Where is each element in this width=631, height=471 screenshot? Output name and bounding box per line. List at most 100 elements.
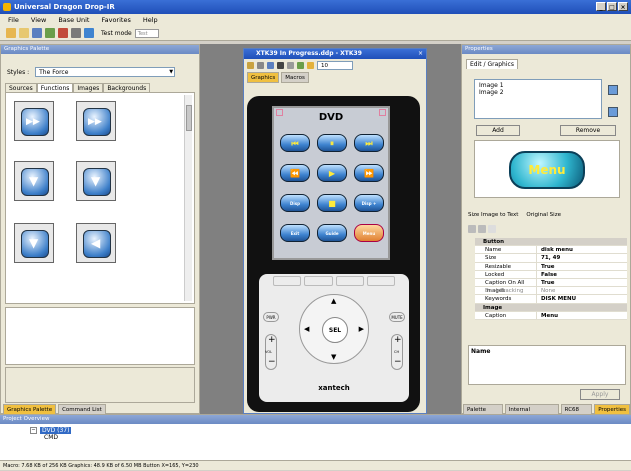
soft-key[interactable] [335,276,364,286]
menu-help[interactable]: Help [143,14,158,26]
vol-up-icon[interactable]: + [268,335,276,345]
add-button[interactable]: Add [476,125,520,136]
dpad[interactable]: ▲ ▼ ◀ ▶ SEL [299,294,369,364]
new-icon[interactable] [6,28,16,38]
chevron-down-icon[interactable]: ▼ [169,68,173,77]
soft-key[interactable] [273,276,302,286]
toolbar: Test mode Test [0,26,631,41]
menu-button[interactable]: Menu [354,224,384,242]
volume-rocker[interactable]: + VOL − [265,334,277,370]
original-size-link[interactable]: Original Size [526,212,561,218]
property-row[interactable]: Caption On All Images True [475,278,627,294]
lock-icon[interactable] [257,62,264,69]
palette-tile[interactable]: ▶▶ [76,101,116,141]
move-up-icon[interactable] [608,85,618,95]
tab-edit-graphics[interactable]: Edit / Graphics [466,59,518,69]
palette-tile[interactable]: ▼ [14,161,54,201]
palette-tile[interactable]: ▼ [76,161,116,201]
light-icon[interactable] [307,62,314,69]
save-icon[interactable] [32,28,42,38]
play-button[interactable]: ▶ [317,164,347,182]
image-list-item[interactable]: Image 2 [479,89,597,96]
right-arrow-icon[interactable]: ▶ [359,325,364,333]
down-arrow-icon[interactable]: ▼ [331,353,336,361]
menu-base-unit[interactable]: Base Unit [58,14,89,26]
palette-tile[interactable]: ◀ [76,223,116,263]
palette-tile[interactable]: ▶▶ [14,101,54,141]
exit-button[interactable]: Exit [280,224,310,242]
image-list-item[interactable]: Image 1 [479,82,597,89]
stop-button[interactable]: ■ [317,194,347,212]
categorized-icon[interactable] [468,225,476,233]
pause-button[interactable]: ⏸ [317,134,347,152]
styles-label: Styles : [7,68,30,76]
channel-rocker[interactable]: + CH − [391,334,403,370]
soft-key[interactable] [304,276,333,286]
upload-icon[interactable] [58,28,68,38]
vol-down-icon[interactable]: − [268,357,276,367]
test-icon[interactable] [84,28,94,38]
zoom-select[interactable]: 10 [317,61,353,70]
property-row[interactable]: Name disk menu [475,246,627,255]
download-icon[interactable] [45,28,55,38]
apply-button[interactable]: Apply [580,389,620,400]
fast-forward-button[interactable]: ⏩ [354,164,384,182]
property-row[interactable]: Caption Menu [475,311,627,320]
grid-icon[interactable] [267,62,274,69]
zoom-icon[interactable] [297,62,304,69]
ch-down-icon[interactable]: − [394,357,402,367]
handle-right[interactable] [379,109,386,116]
palette-scrollbar[interactable] [184,95,192,301]
test-mode-dropdown[interactable]: Test [134,28,159,38]
palette-tile[interactable]: ▼ [14,223,54,263]
menu-favorites[interactable]: Favorites [101,14,130,26]
device-icon[interactable] [71,28,81,38]
skip-back-button[interactable]: ⏮ [280,134,310,152]
property-row[interactable]: Locked False [475,270,627,279]
open-icon[interactable] [19,28,29,38]
styles-select[interactable]: The Force ▼ [35,67,176,77]
tree-item-cmd[interactable]: CMD [30,434,71,441]
power-button[interactable]: PWR [263,312,279,322]
tree-item-dvd[interactable]: − DVD (37) [30,427,72,434]
menu-view[interactable]: View [31,14,46,26]
size-image-to-text-link[interactable]: Size Image to Text [468,212,518,218]
property-row[interactable]: Size 71, 49 [475,254,627,263]
property-row[interactable]: Resizable True [475,262,627,271]
soft-key[interactable] [366,276,395,286]
tab-graphics[interactable]: Graphics [247,72,280,83]
test-mode-label[interactable]: Test mode [101,30,132,37]
ch-up-icon[interactable]: + [394,335,402,345]
remove-button[interactable]: Remove [560,125,616,136]
sort-az-icon[interactable] [478,225,486,233]
property-row[interactable]: Bank Tracking None [475,287,627,296]
maximize-button[interactable]: □ [607,2,617,11]
document-close-icon[interactable]: × [418,50,423,57]
close-button[interactable]: × [618,2,628,11]
disp-minus-button[interactable]: Disp [280,194,310,212]
tab-macros[interactable]: Macros [281,72,309,83]
scroll-thumb[interactable] [186,105,192,131]
tree-item-label[interactable]: DVD (37) [40,427,72,434]
select-icon[interactable] [277,62,284,69]
guide-button[interactable]: Guide [317,224,347,242]
mute-button[interactable]: MUTE [389,312,405,322]
property-category-image[interactable]: Image [475,303,627,312]
handle-left[interactable] [276,109,283,116]
sel-button[interactable]: SEL [322,317,348,343]
minimize-button[interactable]: _ [596,2,606,11]
skip-forward-button[interactable]: ⏭ [354,134,384,152]
property-pages-icon[interactable] [488,225,496,233]
align-icon[interactable] [287,62,294,69]
rewind-button[interactable]: ⏪ [280,164,310,182]
image-list[interactable]: Image 1 Image 2 [474,79,602,119]
home-icon[interactable] [247,62,254,69]
collapse-icon[interactable]: − [30,427,37,434]
move-down-icon[interactable] [608,107,618,117]
menu-file[interactable]: File [8,14,19,26]
up-arrow-icon[interactable]: ▲ [331,297,336,305]
property-category-button[interactable]: Button [475,238,627,247]
left-arrow-icon[interactable]: ◀ [304,325,309,333]
property-row[interactable]: Keywords DISK MENU [475,295,627,304]
disp-plus-button[interactable]: Disp + [354,194,384,212]
